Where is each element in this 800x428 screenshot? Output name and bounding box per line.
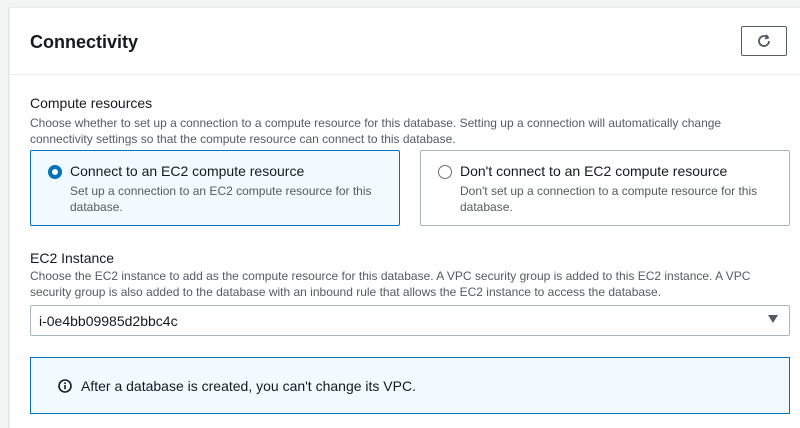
connectivity-panel: Connectivity Compute resources Choose wh… — [9, 7, 800, 428]
info-icon — [58, 379, 72, 393]
compute-resources-label: Compute resources — [30, 95, 153, 111]
ec2-instance-select[interactable]: i-0e4bb09985d2bbc4c — [30, 305, 790, 336]
radio-selected[interactable] — [48, 165, 62, 179]
ec2-instance-value: i-0e4bb09985d2bbc4c — [39, 313, 178, 329]
connect-ec2-option[interactable]: Connect to an EC2 compute resource Set u… — [30, 150, 400, 226]
connect-ec2-title: Connect to an EC2 compute resource — [70, 163, 305, 179]
ec2-instance-label: EC2 Instance — [30, 250, 115, 266]
dont-connect-ec2-option[interactable]: Don't connect to an EC2 compute resource… — [420, 150, 790, 226]
dont-connect-ec2-title: Don't connect to an EC2 compute resource — [460, 163, 728, 179]
refresh-button[interactable] — [741, 26, 787, 56]
compute-resources-description: Choose whether to set up a connection to… — [30, 116, 722, 146]
alert-text: After a database is created, you can't c… — [81, 378, 416, 394]
ec2-instance-description: Choose the EC2 instance to add as the co… — [30, 269, 751, 299]
vpc-info-alert: After a database is created, you can't c… — [30, 357, 790, 414]
radio-unselected[interactable] — [438, 165, 452, 179]
panel-title: Connectivity — [30, 32, 139, 52]
refresh-icon — [758, 34, 770, 47]
dont-connect-ec2-description: Don't set up a connection to a compute r… — [460, 184, 758, 214]
caret-down-icon — [768, 315, 778, 323]
panel-header: Connectivity — [10, 8, 800, 75]
connect-ec2-description: Set up a connection to an EC2 compute re… — [70, 184, 372, 214]
